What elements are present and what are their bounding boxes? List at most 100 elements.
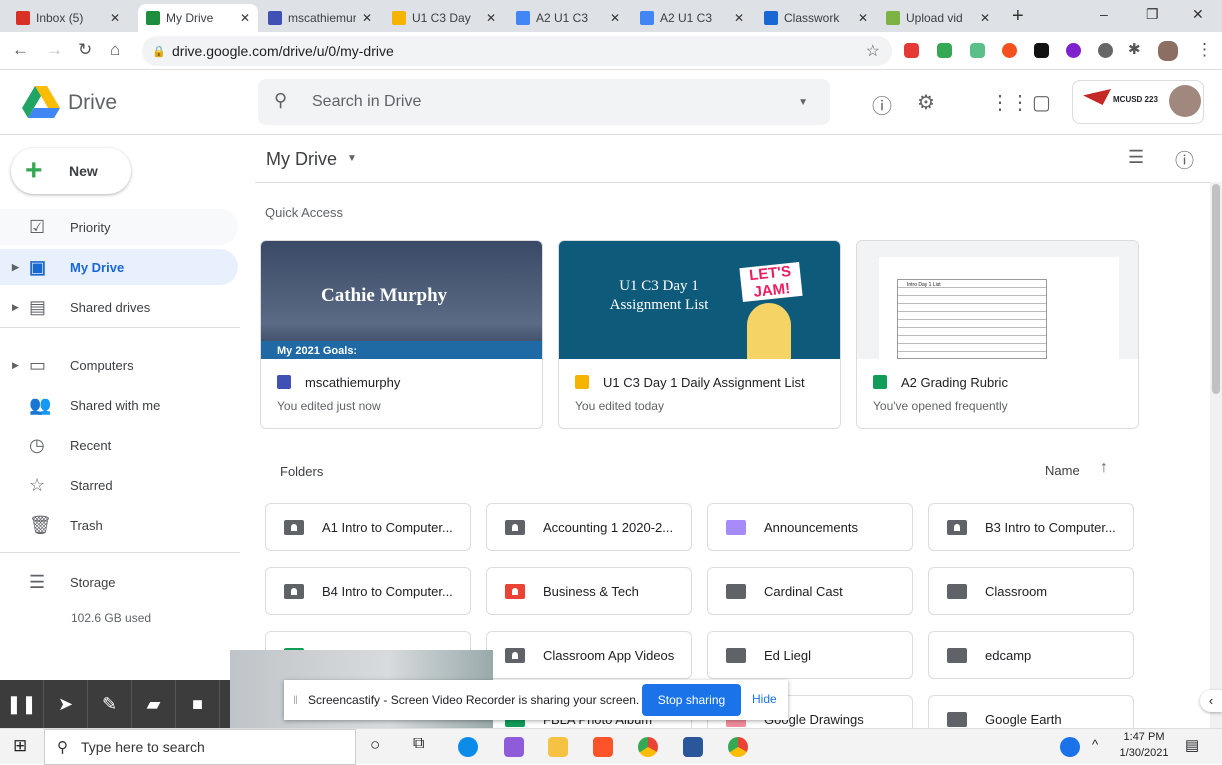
sidebar-item-computers[interactable]: ▶ ▭ Computers [0, 347, 238, 383]
search-options-icon[interactable]: ▼ [798, 97, 808, 108]
folder-item[interactable]: B4 Intro to Computer... [265, 567, 471, 615]
drag-handle-icon[interactable]: ‖ [293, 693, 298, 707]
extension-icon[interactable] [1098, 43, 1113, 58]
puzzle-icon[interactable]: ✱ [1128, 40, 1141, 58]
reload-icon[interactable]: ↻ [78, 40, 92, 60]
menu-kebab-icon[interactable]: ⋮ [1196, 40, 1213, 60]
folder-item[interactable]: Classroom [928, 567, 1134, 615]
tray-chevron-icon[interactable]: ^ [1092, 737, 1098, 752]
bookmark-star-icon[interactable]: ☆ [866, 41, 880, 61]
browser-tab[interactable]: U1 C3 Day ✕ [384, 4, 504, 32]
cortana-icon[interactable]: ○ [370, 735, 380, 755]
extension-icon[interactable] [970, 43, 985, 58]
cursor-icon[interactable]: ➤ [44, 680, 88, 728]
address-bar[interactable]: 🔒 drive.google.com/drive/u/0/my-drive ☆ [142, 36, 892, 66]
close-window-icon[interactable]: ✕ [1192, 6, 1204, 23]
quick-access-card[interactable]: U1 C3 Day 1 Assignment List LET'S JAM! U… [558, 240, 841, 429]
highlighter-icon[interactable]: ▰ [132, 680, 176, 728]
chrome-icon[interactable] [638, 737, 658, 757]
close-tab-icon[interactable]: ✕ [610, 11, 620, 25]
settings-gear-icon[interactable]: ⚙ [917, 90, 935, 115]
expand-caret-icon[interactable]: ▶ [12, 360, 19, 371]
extension-icon[interactable] [1002, 43, 1017, 58]
expand-caret-icon[interactable]: ▶ [12, 302, 19, 313]
side-panel-toggle-icon[interactable]: ‹ [1200, 690, 1222, 712]
search-input[interactable]: ⚲ Search in Drive ▼ [258, 79, 830, 125]
folder-item[interactable]: Accounting 1 2020-2... [486, 503, 692, 551]
folder-item[interactable]: B3 Intro to Computer... [928, 503, 1134, 551]
minimize-icon[interactable]: – [1100, 6, 1108, 22]
home-icon[interactable]: ⌂ [110, 40, 120, 60]
folder-item[interactable]: Classroom App Videos [486, 631, 692, 679]
folder-item[interactable]: A1 Intro to Computer... [265, 503, 471, 551]
folder-item[interactable]: Cardinal Cast [707, 567, 913, 615]
extension-icon[interactable] [904, 43, 919, 58]
new-button[interactable]: + New [11, 148, 131, 194]
sidebar-item-shared-drives[interactable]: ▶ ▤ Shared drives [0, 289, 238, 325]
taskbar-search[interactable]: ⚲ Type here to search [44, 729, 356, 765]
close-tab-icon[interactable]: ✕ [734, 11, 744, 25]
file-explorer-icon[interactable] [548, 737, 568, 757]
pen-icon[interactable]: ✎ [88, 680, 132, 728]
quick-access-card[interactable]: Intro Day 1 List A2 Grading Rubric You'v… [856, 240, 1139, 429]
pause-icon[interactable]: ❚❚ [0, 680, 44, 728]
app-icon[interactable] [504, 737, 524, 757]
sidebar-item-priority[interactable]: ☑ Priority [0, 209, 238, 245]
hide-button[interactable]: Hide [752, 692, 777, 706]
browser-tab[interactable]: Classwork ✕ [756, 4, 876, 32]
browser-tab[interactable]: A2 U1 C3 ✕ [632, 4, 752, 32]
browser-tab[interactable]: Inbox (5) ✕ [8, 4, 128, 32]
edge-icon[interactable] [458, 737, 478, 757]
folder-item[interactable]: Announcements [707, 503, 913, 551]
sidebar-item-starred[interactable]: ☆ Starred [0, 467, 238, 503]
scrollbar[interactable] [1210, 182, 1222, 728]
sidebar-item-my-drive[interactable]: ▶ ▣ My Drive [0, 249, 238, 285]
browser-tab[interactable]: mscathiemurphy ✕ [260, 4, 380, 32]
sort-by-name[interactable]: Name [1045, 463, 1080, 478]
clock-time[interactable]: 1:47 PM [1122, 731, 1166, 743]
quick-access-card[interactable]: Cathie Murphy My 2021 Goals: mscathiemur… [260, 240, 543, 429]
close-tab-icon[interactable]: ✕ [240, 11, 250, 25]
clock-date[interactable]: 1/30/2021 [1118, 747, 1170, 759]
back-icon[interactable]: ← [12, 40, 29, 60]
new-tab-button[interactable]: + [1012, 5, 1024, 28]
task-view-icon[interactable]: ⧉ [413, 735, 424, 753]
account-badge[interactable]: MCUSD 223 [1072, 80, 1204, 124]
info-icon[interactable]: ⓘ [1175, 146, 1194, 173]
stop-sharing-button[interactable]: Stop sharing [642, 684, 741, 716]
square-icon[interactable]: ▢ [1032, 90, 1051, 115]
close-tab-icon[interactable]: ✕ [858, 11, 868, 25]
forward-icon[interactable]: → [46, 40, 63, 60]
notification-icon[interactable]: ▤ [1185, 736, 1199, 754]
browser-tab[interactable]: My Drive ✕ [138, 4, 258, 32]
sort-arrow-up-icon[interactable]: ↑ [1100, 459, 1108, 477]
avatar[interactable] [1169, 85, 1201, 117]
windows-start-icon[interactable]: ⊞ [13, 736, 27, 756]
help-tray-icon[interactable] [1060, 737, 1080, 757]
folder-item[interactable]: Business & Tech [486, 567, 692, 615]
extension-icon[interactable] [1066, 43, 1081, 58]
chrome-icon[interactable] [728, 737, 748, 757]
close-tab-icon[interactable]: ✕ [980, 11, 990, 25]
close-tab-icon[interactable]: ✕ [362, 11, 372, 25]
camera-icon[interactable]: ■ [176, 680, 220, 728]
list-view-icon[interactable]: ☰ [1128, 147, 1144, 168]
folder-item[interactable]: Ed Liegl [707, 631, 913, 679]
browser-tab[interactable]: Upload vid ✕ [878, 4, 998, 32]
browser-tab[interactable]: A2 U1 C3 ✕ [508, 4, 628, 32]
word-icon[interactable] [683, 737, 703, 757]
sidebar-item-trash[interactable]: 🗑 Trash [0, 507, 238, 543]
drive-extension-icon[interactable] [937, 43, 952, 58]
close-tab-icon[interactable]: ✕ [486, 11, 496, 25]
profile-avatar[interactable] [1158, 41, 1178, 61]
chevron-down-icon[interactable]: ▼ [347, 153, 357, 164]
sidebar-item-storage[interactable]: ☰ Storage [0, 564, 238, 600]
close-tab-icon[interactable]: ✕ [110, 11, 120, 25]
page-title[interactable]: My Drive [266, 149, 337, 170]
folder-item[interactable]: edcamp [928, 631, 1134, 679]
extension-icon[interactable] [1034, 43, 1049, 58]
sidebar-item-recent[interactable]: ◷ Recent [0, 427, 238, 463]
apps-grid-icon[interactable]: ⋮⋮ [990, 90, 1030, 115]
maximize-icon[interactable]: ❐ [1146, 6, 1159, 23]
help-icon[interactable]: ⓘ [872, 90, 892, 119]
